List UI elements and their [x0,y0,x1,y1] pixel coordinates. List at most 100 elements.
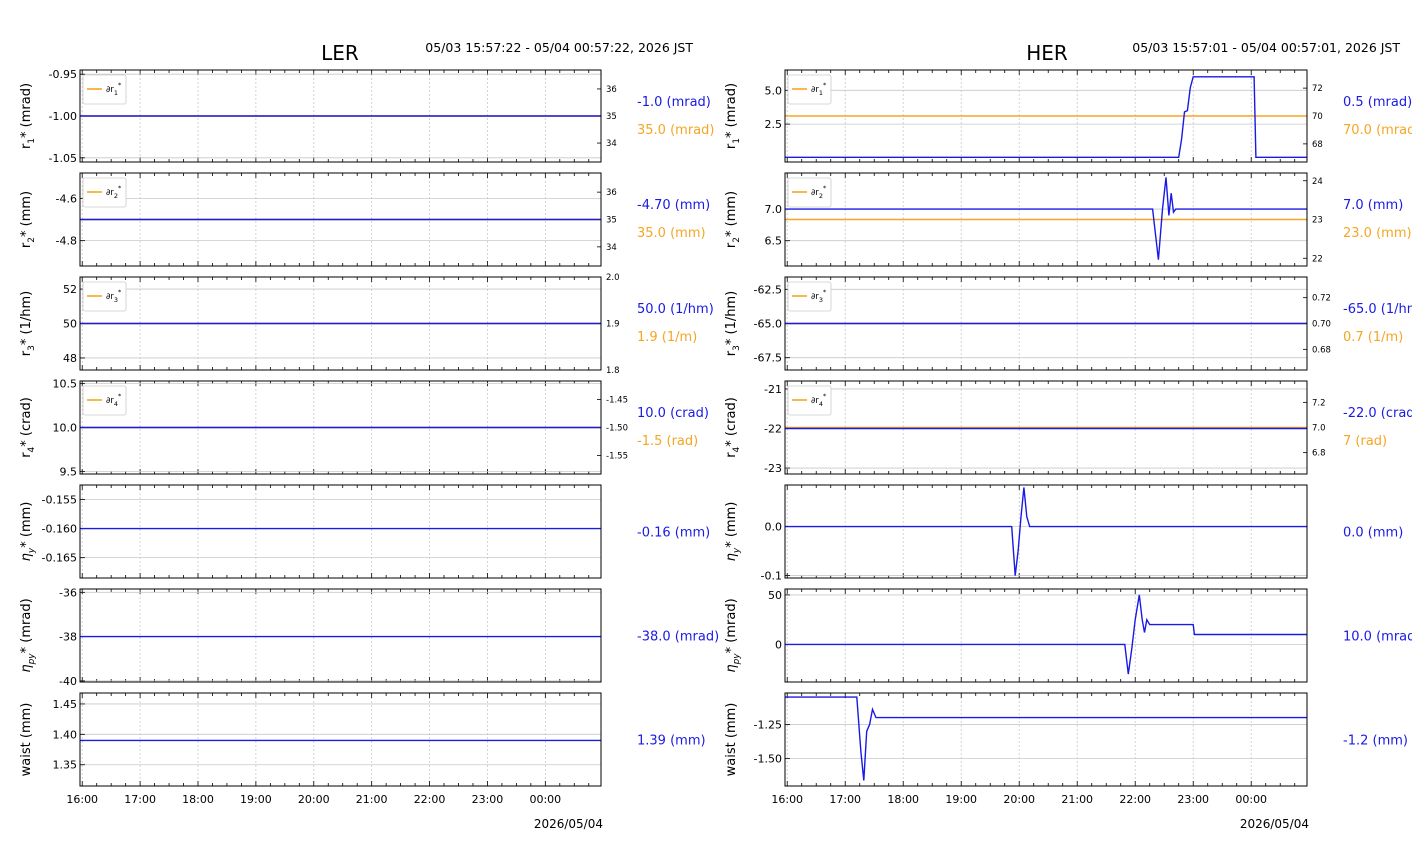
legend: ∂r4* [82,385,127,416]
y-axis-label: r3* (1/hm) [19,291,37,356]
current-value-secondary: 0.7 (1/m) [1343,330,1403,345]
her-subplot-6: 50 0 ηpy* (mrad) 10.0 (mrad) [724,588,1412,683]
legend: ∂r3* [82,281,127,312]
y-tick-label: -0.155 [42,494,77,507]
x-tick-label: 22:00 [414,793,446,806]
current-value-primary: 7.0 (mm) [1343,198,1403,213]
y2-tick-label: 72 [1312,84,1323,94]
y-axis-label: r4* (crad) [724,397,742,458]
her-subplot-3: -62.5 -65.0 -67.5 0.72 0.70 0.68 ∂r3* r3* (1/hm… [724,276,1412,371]
ler-title: LER [321,41,359,65]
y-tick-label: -40 [59,675,77,688]
y2-tick-label: 34 [606,243,617,253]
y-tick-label: -0.1 [761,570,782,583]
current-value-secondary: -1.5 (rad) [637,434,698,449]
y-tick-label: 10.5 [53,378,78,391]
current-value-primary: -4.70 (mm) [637,198,710,213]
current-value-secondary: 23.0 (mm) [1343,226,1412,241]
y2-tick-label: 36 [606,188,617,198]
x-tick-label: 20:00 [1003,793,1035,806]
y2-tick-label: 1.9 [606,320,620,330]
x-tick-label: 21:00 [1061,793,1093,806]
y2-tick-label: 0.68 [1312,345,1331,355]
current-value-primary: 50.0 (1/hm) [637,302,714,317]
current-value-secondary: 35.0 (mrad) [637,123,714,138]
her-subplot-4: -21 -22 -23 7.2 7.0 6.8 ∂r4* r4* (crad) -22.0 (c… [724,380,1412,475]
legend: ∂r3* [787,281,832,312]
y-tick-label: -22 [764,422,782,435]
x-tick-label: 00:00 [529,793,561,806]
current-value-primary: -65.0 (1/hm) [1343,302,1412,317]
x-tick-label: 00:00 [1235,793,1267,806]
her-subplot-7: -1.25 -1.50 waist (mm) -1.2 (mm) 16:00 17:00 1… [724,692,1408,806]
y-tick-label: -23 [764,462,782,475]
y-tick-label: 1.35 [53,759,78,772]
legend: ∂r2* [82,177,127,208]
y-axis-label: ηy* (mm) [19,502,37,562]
x-tick-label: 17:00 [124,793,156,806]
y-tick-label: -0.95 [49,68,77,81]
current-value-primary: 1.39 (mm) [637,734,706,749]
y-axis-label: ηpy* (mrad) [19,598,37,672]
y-axis-label: r2* (mm) [19,191,37,248]
y-tick-label: -0.165 [42,552,77,565]
current-value-primary: -0.16 (mm) [637,526,710,541]
y-axis-label: waist (mm) [19,703,34,777]
her-title: HER [1026,41,1068,65]
y2-tick-label: 70 [1312,112,1323,122]
current-value-primary: -22.0 (crad) [1343,406,1412,421]
y-tick-label: 7.0 [765,203,783,216]
y2-tick-label: -1.45 [606,395,628,405]
her-subplot-5: 0.0 -0.1 ηy* (mm) 0.0 (mm) [724,484,1403,583]
legend: ∂r4* [787,385,832,416]
y-tick-label: -1.05 [49,152,77,165]
y2-tick-label: 22 [1312,254,1323,264]
x-tick-label: 23:00 [472,793,504,806]
y-tick-label: 0.0 [765,521,783,534]
y-tick-label: 5.0 [765,84,783,97]
x-tick-label: 22:00 [1119,793,1151,806]
her-subplot-1: 5.0 2.5 72 70 68 ∂r1* r1* (mrad) 0.5 (mrad) 70.0… [724,69,1412,163]
y-tick-label: 1.40 [53,728,78,741]
y-tick-label: 52 [63,283,77,296]
her-panel: HER 05/03 15:57:01 - 05/04 00:57:01, 2026… [724,40,1412,831]
y2-tick-label: 1.8 [606,366,620,376]
y-tick-label: -65.0 [754,318,782,331]
current-value-secondary: 35.0 (mm) [637,226,706,241]
ler-subplot-4: 10.5 10.0 9.5 -1.45 -1.50 -1.55 ∂r4* r4* (crad)… [19,378,709,479]
x-tick-label: 18:00 [182,793,214,806]
y-tick-label: -1.25 [754,718,782,731]
ler-subplot-1: -0.95 -1.00 -1.05 36 35 34 ∂r1* r1* (mrad) -1.0 … [19,68,714,165]
ler-subplot-2: -4.6 -4.8 36 35 34 ∂r2* r2* (mm) -4.70 (mm) 35.0… [19,172,710,267]
x-tick-label: 16:00 [66,793,98,806]
y-tick-label: 9.5 [60,465,78,478]
y2-tick-label: 36 [606,85,617,95]
y-tick-label: -1.00 [49,110,77,123]
figure-canvas: LER 05/03 15:57:22 - 05/04 00:57:22, 2026… [19,40,1412,831]
y-tick-label: 48 [63,352,77,365]
y-tick-label: -0.160 [42,523,77,536]
ler-subplot-6: -36 -38 -40 ηpy* (mrad) -38.0 (mrad) [19,586,719,688]
y2-tick-label: 7.0 [1312,424,1326,434]
x-tick-label: 19:00 [240,793,272,806]
y2-tick-label: 35 [606,112,617,122]
current-value-primary: -1.0 (mrad) [637,95,711,110]
y2-tick-label: 0.70 [1312,320,1331,330]
her-time-range: 05/03 15:57:01 - 05/04 00:57:01, 2026 JS… [1132,40,1400,55]
plot-frame [79,484,602,579]
y-tick-label: -4.8 [56,235,77,248]
y2-tick-label: 24 [1312,177,1323,187]
y-tick-label: -62.5 [754,283,782,296]
y-axis-label: r3* (1/hm) [724,291,742,356]
ler-subplot-7: 1.45 1.40 1.35 waist (mm) 1.39 (mm) 16:00 17:0… [19,692,706,806]
y2-tick-label: -1.50 [606,424,628,434]
y-tick-label: 50 [768,589,782,602]
y-tick-label: -36 [59,586,77,599]
current-value-secondary: 7 (rad) [1343,434,1387,449]
series-primary-line [785,594,1307,675]
y-tick-label: 10.0 [53,422,78,435]
y-tick-label: 50 [63,318,77,331]
y-tick-label: 6.5 [765,235,783,248]
x-tick-label: 21:00 [356,793,388,806]
current-value-primary: 0.5 (mrad) [1343,95,1412,110]
